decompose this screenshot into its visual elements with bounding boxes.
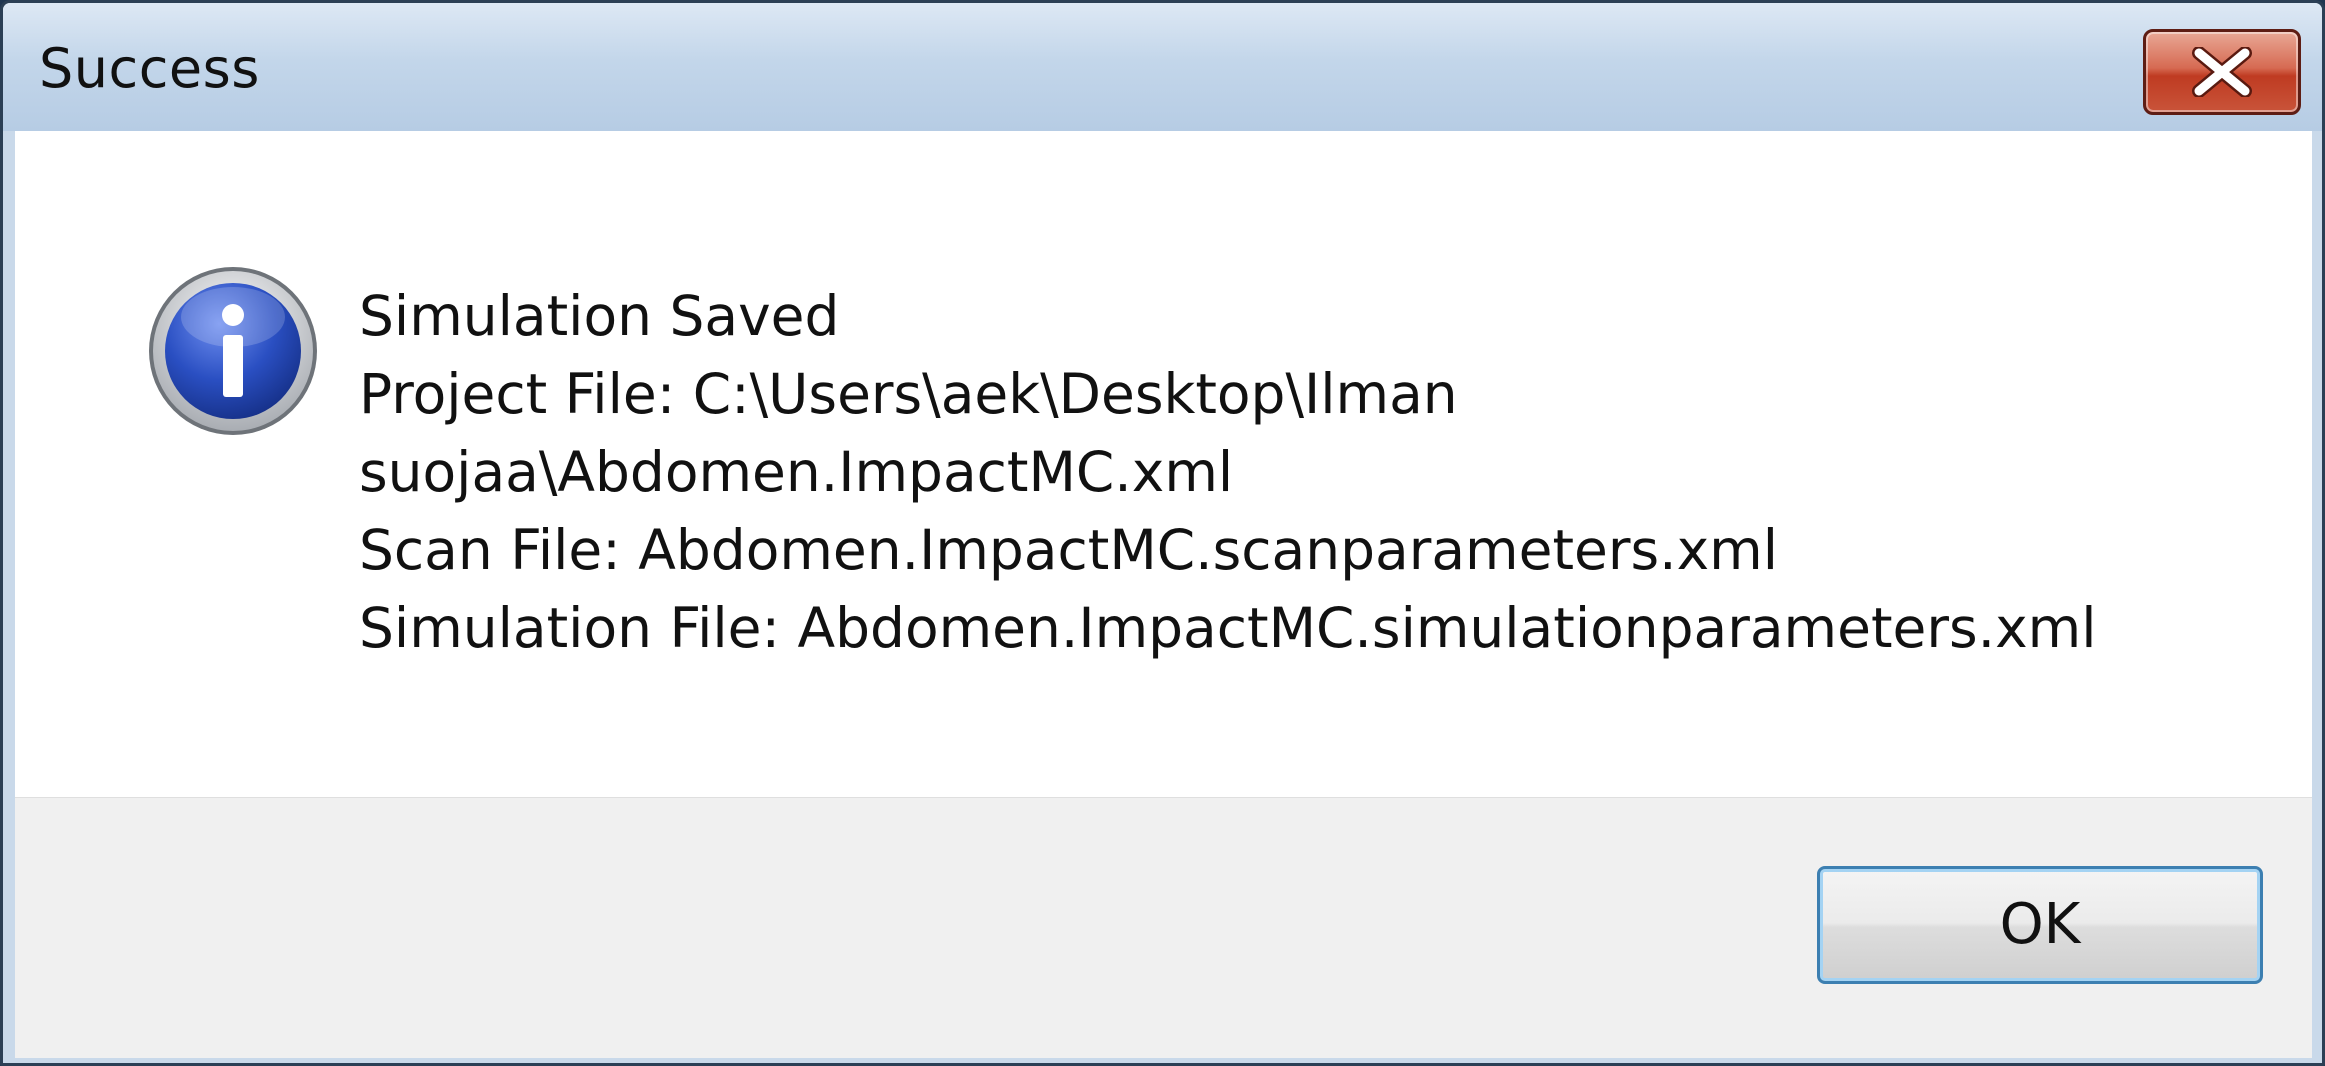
ok-button[interactable]: OK bbox=[1817, 866, 2263, 984]
message-line: Scan File: Abdomen.ImpactMC.scanparamete… bbox=[359, 518, 1779, 582]
message-line: suojaa\Abdomen.ImpactMC.xml bbox=[359, 440, 1234, 504]
close-button[interactable] bbox=[2143, 29, 2301, 115]
dialog-title: Success bbox=[39, 37, 260, 100]
message-line: Simulation Saved bbox=[359, 284, 840, 348]
title-bar[interactable]: Success bbox=[3, 3, 2322, 131]
button-bar: OK bbox=[15, 797, 2312, 1058]
message-line: Simulation File: Abdomen.ImpactMC.simula… bbox=[359, 596, 2097, 660]
success-dialog: Success Simulation Saved Project File: C… bbox=[0, 0, 2325, 1066]
message-line: Project File: C:\Users\aek\Desktop\Ilman bbox=[359, 362, 1458, 426]
message-text: Simulation Saved Project File: C:\Users\… bbox=[359, 277, 2097, 667]
info-icon bbox=[147, 265, 319, 437]
dialog-content: Simulation Saved Project File: C:\Users\… bbox=[15, 131, 2312, 1058]
